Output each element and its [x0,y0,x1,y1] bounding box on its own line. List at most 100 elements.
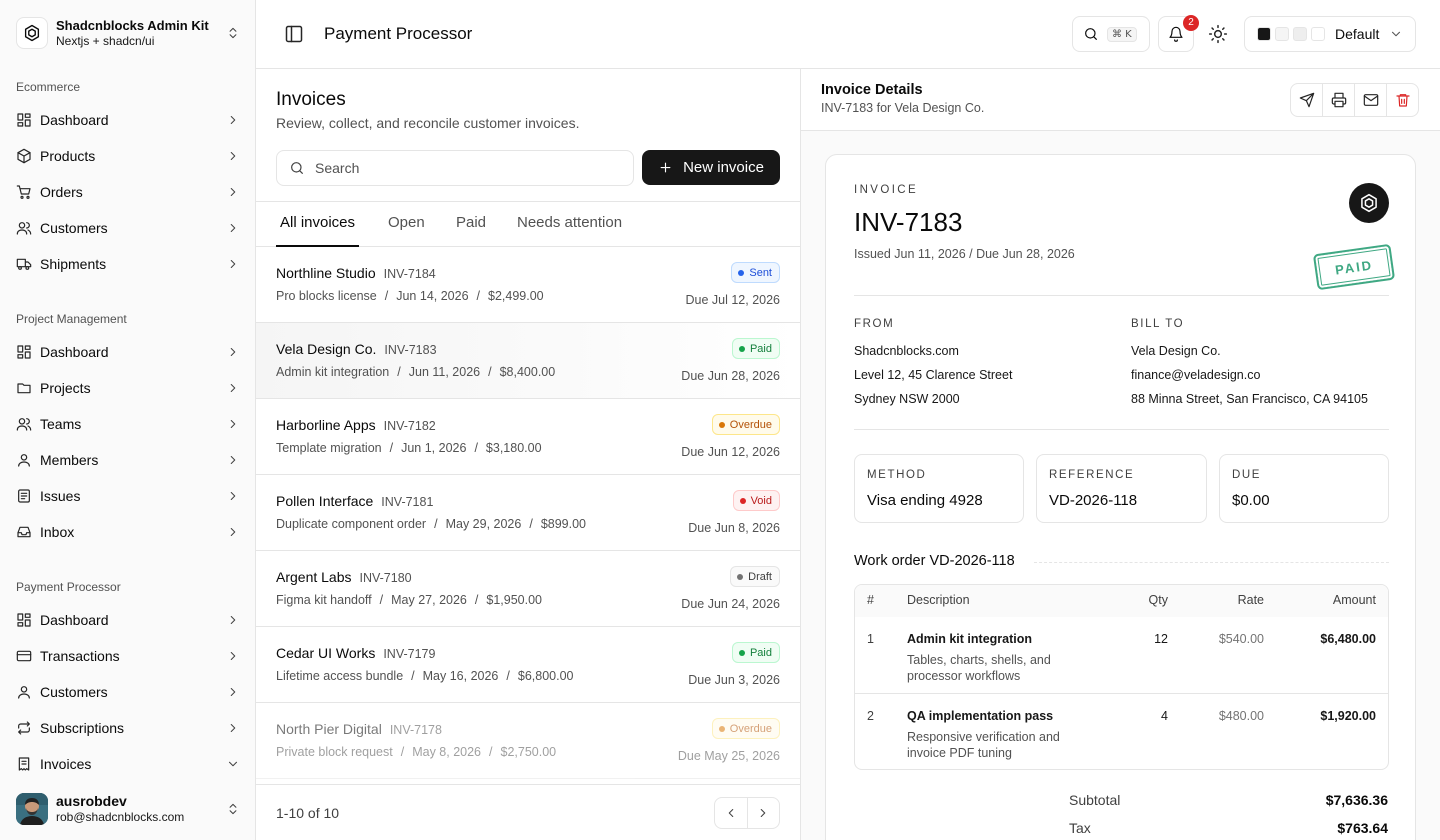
status-label: Paid [749,646,772,659]
search-input[interactable] [315,160,595,176]
sidebar-item-projects[interactable]: Projects [8,372,248,404]
sun-icon[interactable] [1208,24,1228,44]
from-label: FROM [854,318,895,330]
invoice-row[interactable]: Harborline Apps INV-7182 Template migratio… [256,399,800,475]
invoice-dates: Issued Jun 11, 2026 / Due Jun 28, 2026 [854,247,1075,261]
user-menu[interactable]: ausrobdev rob@shadcnblocks.com [16,792,240,826]
invoice-due: Due Jul 12, 2026 [685,293,780,307]
dashboard-icon [17,613,31,627]
separator: / [506,669,510,683]
invoice-customer: Pollen Interface INV-7181 [276,493,433,509]
pagination: 1-10 of 10 [256,784,800,840]
invoice-row[interactable]: Pollen Interface INV-7181 Duplicate compon… [256,475,800,551]
tab-all-invoices[interactable]: All invoices [276,202,360,247]
company-logo-icon [1349,183,1389,223]
tab-paid[interactable]: Paid [456,202,486,247]
sidebar-item-invoices[interactable]: Invoices [8,748,248,780]
notifications-button[interactable]: 2 [1158,15,1199,52]
next-page-button[interactable] [746,798,780,828]
customer-name: Pollen Interface [276,493,374,509]
item-qty: 4 [1161,709,1168,723]
invoice-search [276,150,634,186]
invoice-row[interactable]: Northline Studio INV-7184 Pro blocks licen… [256,247,800,323]
sidebar-item-shipments[interactable]: Shipments [8,248,248,280]
sidebar-item-ecommerce-dashboard[interactable]: Dashboard [8,104,248,136]
sidebar-item-issues[interactable]: Issues [8,480,248,512]
delete-button[interactable] [1386,84,1418,116]
chevron-right-icon [230,151,236,161]
invoice-amount: $2,750.00 [500,745,557,759]
sidebar-item-subscriptions[interactable]: Subscriptions [8,712,248,744]
trash-icon [1395,94,1410,107]
details-subtitle: INV-7183 for Vela Design Co. [821,101,985,115]
sidebar-item-teams[interactable]: Teams [8,408,248,440]
invoice-item: Admin kit integration [276,365,390,379]
invoice-row[interactable]: Argent Labs INV-7180 Figma kit handoff / May… [256,551,800,627]
sidebar-item-pp-customers[interactable]: Customers [8,676,248,708]
tab-open[interactable]: Open [388,202,425,247]
invoice-row[interactable]: Vela Design Co. INV-7183 Admin kit integra… [256,323,800,399]
customer-name: Cedar UI Works [276,645,376,661]
user-icon [18,454,30,467]
sidebar-item-pm-dashboard[interactable]: Dashboard [8,336,248,368]
invoice-date: May 29, 2026 [445,517,522,531]
separator: / [389,441,394,455]
print-button[interactable] [1322,84,1354,116]
invoice-date: May 16, 2026 [422,669,499,683]
status-badge: Paid [731,338,780,359]
sidebar-item-orders[interactable]: Orders [8,176,248,208]
inbox-icon [17,526,31,538]
chevron-right-icon [230,687,236,697]
sidebar-item-customers[interactable]: Customers [8,212,248,244]
dashboard-icon [17,113,31,127]
command-search-button[interactable]: ⌘ K [1072,16,1150,52]
status-badge: Paid [731,642,780,663]
user-email: rob@shadcnblocks.com [56,810,185,825]
separator: / [397,365,401,379]
theme-select[interactable]: Default [1244,16,1416,52]
send-button[interactable] [1291,84,1322,116]
invoice-meta: Pro blocks license / Jun 14, 2026 / $2,499.0… [276,289,544,303]
package-icon [17,148,31,164]
invoice-customer: Argent Labs INV-7180 [276,569,412,585]
status-dot [738,345,745,352]
invoice-id: INV-7179 [383,647,436,661]
details-actions [1290,83,1419,117]
sidebar-item-inbox[interactable]: Inbox [8,516,248,548]
sidebar-item-pp-dashboard[interactable]: Dashboard [8,604,248,636]
tab-needs-attention[interactable]: Needs attention [517,202,622,247]
email-button[interactable] [1354,84,1386,116]
invoice-date: Jun 11, 2026 [408,365,481,379]
subtotal-value: $7,636.36 [1325,792,1388,808]
separator: / [434,517,438,531]
invoice-due: Due Jun 8, 2026 [688,521,780,535]
item-rate: $540.00 [1218,632,1264,646]
invoice-date: Jun 14, 2026 [396,289,469,303]
list-title: Invoices [276,89,346,110]
page-title: Payment Processor [324,24,473,43]
invoice-item: Template migration [276,441,382,455]
divider [854,429,1389,430]
shortcut-hint: ⌘ K [1107,26,1137,42]
previous-page-button[interactable] [715,798,747,828]
invoice-item: Pro blocks license [276,289,377,303]
divider [854,295,1389,296]
invoice-row[interactable]: Cedar UI Works INV-7179 Lifetime access bu… [256,627,800,703]
invoice-due: Due Jun 12, 2026 [681,445,780,459]
invoice-item: Private block request [276,745,393,759]
invoice-row[interactable]: North Pier Digital INV-7178 Private block … [256,703,800,779]
sidebar-item-members[interactable]: Members [8,444,248,476]
receipt-icon [18,757,30,771]
sidebar-toggle-icon[interactable] [284,24,304,44]
invoice-id: INV-7182 [383,419,436,433]
sidebar-item-transactions[interactable]: Transactions [8,640,248,672]
status-badge: Draft [730,566,780,587]
sidebar-item-label: Members [40,452,99,468]
details-header: Invoice Details INV-7183 for Vela Design… [801,69,1440,131]
invoice-item: Duplicate component order [276,517,427,531]
new-invoice-button[interactable]: New invoice [642,150,780,185]
sidebar-item-label: Transactions [40,648,120,664]
sidebar-item-products[interactable]: Products [8,140,248,172]
chevron-right-icon [230,723,236,733]
team-switcher[interactable]: Shadcnblocks Admin Kit Nextjs + shadcn/u… [16,16,240,50]
